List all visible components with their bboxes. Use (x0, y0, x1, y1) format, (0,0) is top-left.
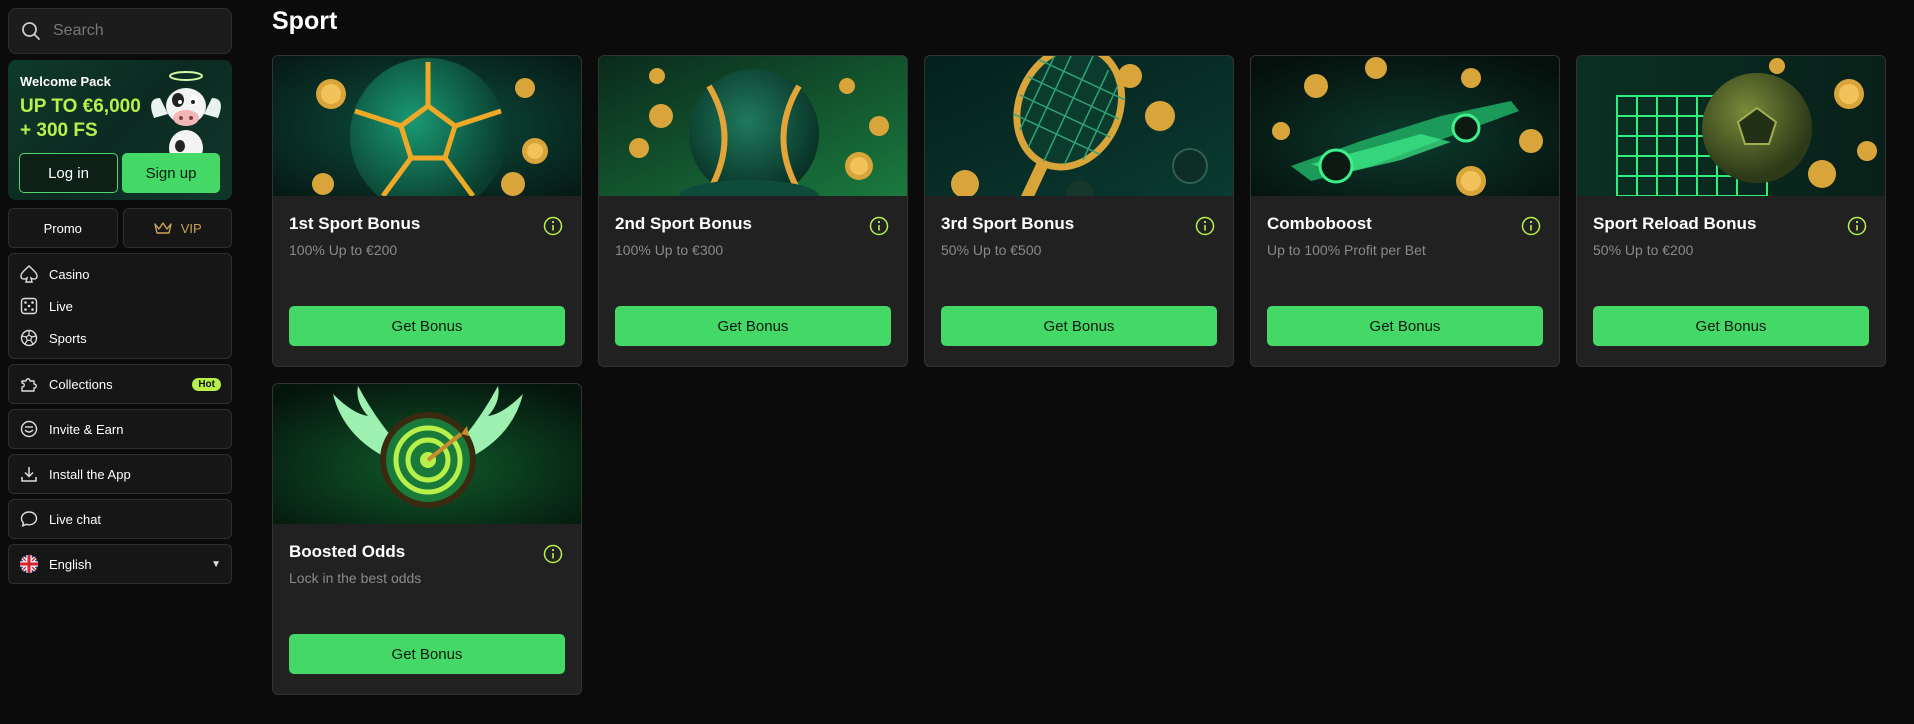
banner-amount: UP TO €6,000 + 300 FS (20, 95, 141, 143)
sidebar: Welcome Pack UP TO €6,000 + 300 FS (8, 8, 232, 584)
info-icon[interactable] (543, 544, 563, 564)
nav-live-label: Live (49, 298, 73, 314)
promo-label: Promo (43, 220, 82, 236)
card-subtitle: 100% Up to €300 (615, 242, 724, 258)
bonus-card: 2nd Sport Bonus 100% Up to €300 Get Bonu… (598, 55, 908, 367)
promo-vip-row: Promo VIP (8, 208, 232, 248)
banner-buttons: Log in Sign up (19, 153, 220, 193)
vip-button[interactable]: VIP (122, 208, 232, 248)
nav-item-invite[interactable]: Invite & Earn (8, 409, 232, 449)
get-bonus-button[interactable]: Get Bonus (1593, 306, 1869, 346)
nav-item-install[interactable]: Install the App (8, 454, 232, 494)
card-title: Comboboost (1267, 214, 1372, 233)
soccer-ball-icon (19, 328, 39, 348)
crown-icon (153, 218, 173, 238)
vip-label: VIP (180, 220, 202, 236)
search-input[interactable] (53, 22, 223, 40)
puzzle-icon (19, 374, 39, 394)
card-title: 3rd Sport Bonus (941, 214, 1075, 233)
bonus-card: Comboboost Up to 100% Profit per Bet Get… (1250, 55, 1560, 367)
banner-amount-line2: + 300 FS (20, 120, 98, 141)
soccer-goal-art-icon (1577, 56, 1885, 196)
promo-button[interactable]: Promo (8, 208, 118, 248)
card-title: 2nd Sport Bonus (615, 214, 752, 233)
chat-bubble-icon (19, 509, 39, 529)
nav-item-livechat[interactable]: Live chat (8, 499, 232, 539)
main-nav: Casino Live Sports (8, 253, 232, 359)
hot-badge: Hot (192, 377, 221, 391)
info-icon[interactable] (1847, 216, 1867, 236)
get-bonus-button[interactable]: Get Bonus (1267, 306, 1543, 346)
card-artwork (1577, 56, 1885, 196)
download-icon (19, 464, 39, 484)
card-subtitle: 50% Up to €500 (941, 242, 1042, 258)
nav-item-collections[interactable]: Collections Hot (8, 364, 232, 404)
search-box[interactable] (8, 8, 232, 54)
card-title: Boosted Odds (289, 542, 406, 561)
spade-icon (19, 264, 39, 284)
card-artwork (599, 56, 907, 196)
caret-down-icon: ▼ (211, 558, 221, 570)
uk-flag-icon (19, 554, 39, 574)
nav-install-label: Install the App (49, 466, 131, 482)
page-title: Sport (272, 7, 338, 35)
banner-amount-line1: UP TO €6,000 (20, 96, 141, 117)
card-subtitle: 100% Up to €200 (289, 242, 398, 258)
smiley-icon (19, 419, 39, 439)
login-button[interactable]: Log in (19, 153, 118, 193)
nav-invite-label: Invite & Earn (49, 421, 124, 437)
card-subtitle: 50% Up to €200 (1593, 242, 1694, 258)
banner-title: Welcome Pack (20, 74, 111, 89)
bonus-card: Sport Reload Bonus 50% Up to €200 Get Bo… (1576, 55, 1886, 367)
info-icon[interactable] (1195, 216, 1215, 236)
bonus-card: Boosted Odds Lock in the best odds Get B… (272, 383, 582, 695)
get-bonus-button[interactable]: Get Bonus (289, 634, 565, 674)
card-artwork (925, 56, 1233, 196)
search-icon (21, 21, 41, 41)
card-title: Sport Reload Bonus (1593, 214, 1757, 233)
nav-sports-label: Sports (49, 330, 87, 346)
info-icon[interactable] (1521, 216, 1541, 236)
card-artwork (1251, 56, 1559, 196)
nav-casino-label: Casino (49, 266, 90, 282)
nav-item-casino[interactable]: Casino (9, 258, 231, 290)
race-car-art-icon (1251, 56, 1559, 196)
card-artwork (273, 384, 581, 524)
winged-target-art-icon (273, 384, 581, 524)
welcome-pack-banner[interactable]: Welcome Pack UP TO €6,000 + 300 FS Log i… (8, 60, 232, 200)
nav-livechat-label: Live chat (49, 511, 102, 527)
language-label: English (49, 556, 92, 572)
card-subtitle: Up to 100% Profit per Bet (1267, 242, 1426, 258)
card-title: 1st Sport Bonus (289, 214, 421, 233)
tennis-racket-art-icon (925, 56, 1233, 196)
signup-button[interactable]: Sign up (122, 153, 220, 193)
nav-item-sports[interactable]: Sports (9, 322, 231, 354)
info-icon[interactable] (869, 216, 889, 236)
nav-item-live[interactable]: Live (9, 290, 231, 322)
card-artwork (273, 56, 581, 196)
app-root: Welcome Pack UP TO €6,000 + 300 FS (0, 0, 1914, 724)
language-selector[interactable]: English ▼ (8, 544, 232, 584)
get-bonus-button[interactable]: Get Bonus (941, 306, 1217, 346)
nav-collections-label: Collections (49, 376, 113, 392)
get-bonus-button[interactable]: Get Bonus (615, 306, 891, 346)
baseball-art-icon (599, 56, 907, 196)
bonus-card: 1st Sport Bonus 100% Up to €200 Get Bonu… (272, 55, 582, 367)
bonus-card: 3rd Sport Bonus 50% Up to €500 Get Bonus (924, 55, 1234, 367)
get-bonus-button[interactable]: Get Bonus (289, 306, 565, 346)
dice-icon (19, 296, 39, 316)
card-subtitle: Lock in the best odds (289, 570, 422, 586)
soccer-ball-art-icon (273, 56, 581, 196)
info-icon[interactable] (543, 216, 563, 236)
